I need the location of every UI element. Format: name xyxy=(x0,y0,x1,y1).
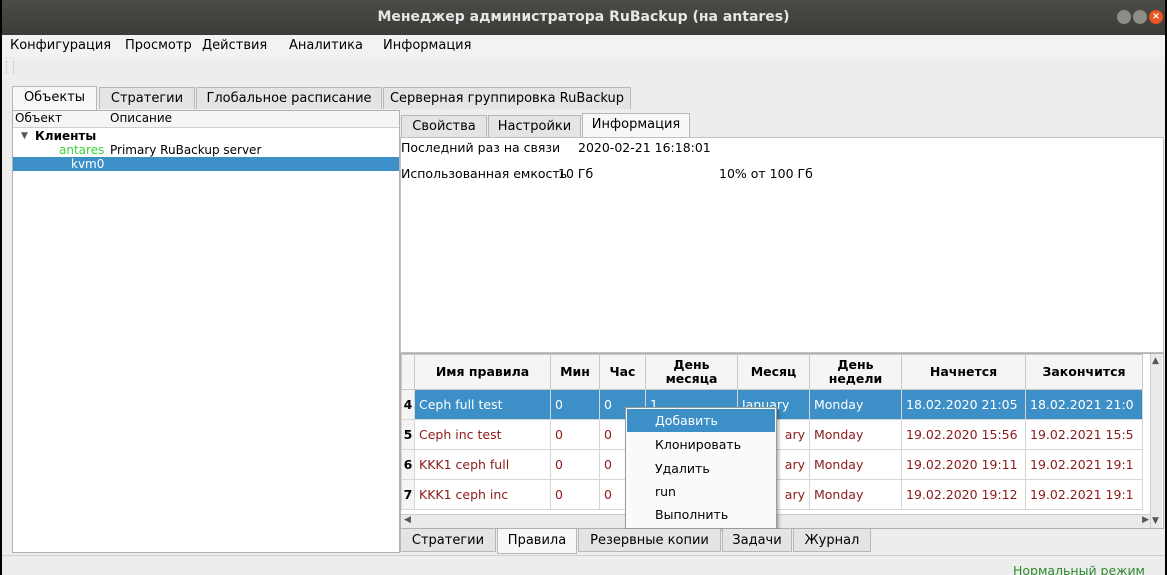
scroll-left-icon[interactable]: ◀ xyxy=(404,515,411,525)
col-hour[interactable]: Час xyxy=(599,354,646,390)
context-menu: Добавить Клонировать Удалить run Выполни… xyxy=(625,407,777,529)
cell-end[interactable]: 19.02.2021 19:1 xyxy=(1025,449,1143,480)
tab-bottom-strategies[interactable]: Стратегии xyxy=(400,529,496,552)
cell-min[interactable]: 0 xyxy=(550,479,600,510)
last-seen-label: Последний раз на связи xyxy=(401,140,561,155)
maximize-icon[interactable] xyxy=(1133,10,1147,24)
tree-item-name: kvm0 xyxy=(71,157,105,171)
menu-actions[interactable]: Действия xyxy=(202,38,267,53)
expand-arrow-icon[interactable]: ▼ xyxy=(21,129,28,143)
col-rule-name[interactable]: Имя правила xyxy=(414,354,551,390)
cell-start[interactable]: 19.02.2020 19:11 xyxy=(901,449,1026,480)
cell-weekday[interactable]: Monday xyxy=(809,389,902,420)
cell-end[interactable]: 18.02.2021 21:0 xyxy=(1025,389,1143,420)
menu-item-clone[interactable]: Клонировать xyxy=(627,433,775,456)
tab-bottom-backups[interactable]: Резервные копии xyxy=(578,529,721,552)
app-window: Менеджер администратора RuBackup (на ant… xyxy=(0,0,1167,575)
scroll-up-icon[interactable]: ▲ xyxy=(1152,356,1159,366)
tree-item-antares[interactable]: antares Primary RuBackup server xyxy=(13,143,399,157)
menu-item-delete[interactable]: Удалить xyxy=(627,457,775,480)
col-day-of-month[interactable]: День месяца xyxy=(645,354,738,390)
tab-server-group[interactable]: Серверная группировка RuBackup xyxy=(383,87,631,109)
scroll-down-icon[interactable]: ▼ xyxy=(1152,516,1159,526)
status-bar: Нормальный режим xyxy=(2,555,1165,575)
row-number: 6 xyxy=(401,449,415,480)
cell-start[interactable]: 18.02.2020 21:05 xyxy=(901,389,1026,420)
minimize-icon[interactable] xyxy=(1117,10,1131,24)
cell-min[interactable]: 0 xyxy=(550,449,600,480)
tree-col-object[interactable]: Объект xyxy=(15,111,62,125)
cell-min[interactable]: 0 xyxy=(550,419,600,450)
title-bar[interactable]: Менеджер администратора RuBackup (на ant… xyxy=(2,0,1165,35)
tree-col-description[interactable]: Описание xyxy=(110,111,172,125)
menu-item-execute[interactable]: Выполнить xyxy=(627,503,775,526)
cell-rule-name[interactable]: KKK1 ceph full xyxy=(414,449,551,480)
cell-rule-name[interactable]: KKK1 ceph inc xyxy=(414,479,551,510)
row-num-header xyxy=(401,354,415,390)
object-tree[interactable]: Объект Описание ▼ Клиенты antares Primar… xyxy=(12,110,400,553)
cell-start[interactable]: 19.02.2020 15:56 xyxy=(901,419,1026,450)
capacity-percent: 10% от 100 Гб xyxy=(719,166,813,181)
scroll-right-icon[interactable]: ▶ xyxy=(1142,515,1149,525)
cell-end[interactable]: 19.02.2021 19:1 xyxy=(1025,479,1143,510)
tab-settings[interactable]: Настройки xyxy=(488,115,581,137)
menu-item-add[interactable]: Добавить xyxy=(627,409,775,432)
menu-info[interactable]: Информация xyxy=(383,38,471,53)
tab-bottom-tasks[interactable]: Задачи xyxy=(722,529,792,552)
tab-bottom-rules[interactable]: Правила xyxy=(497,529,577,554)
last-seen-value: 2020-02-21 16:18:01 xyxy=(578,140,711,155)
capacity-label: Использованная емкость xyxy=(401,166,568,181)
cell-weekday[interactable]: Monday xyxy=(809,419,902,450)
tab-information[interactable]: Информация xyxy=(582,113,690,137)
cell-rule-name[interactable]: Ceph inc test xyxy=(414,419,551,450)
tab-properties[interactable]: Свойства xyxy=(401,115,487,137)
col-end[interactable]: Закончится xyxy=(1025,354,1143,390)
tree-item-name: antares xyxy=(59,143,105,157)
window-title: Менеджер администратора RuBackup (на ant… xyxy=(377,9,790,25)
row-number: 5 xyxy=(401,419,415,450)
menu-analytics[interactable]: Аналитика xyxy=(289,38,363,53)
tree-group-label: Клиенты xyxy=(35,129,97,143)
menu-configuration[interactable]: Конфигурация xyxy=(10,38,111,53)
capacity-value: 10 Гб xyxy=(558,166,594,181)
col-start[interactable]: Начнется xyxy=(901,354,1026,390)
tree-item-kvm0[interactable]: kvm0 xyxy=(13,157,399,171)
tree-header: Объект Описание xyxy=(13,111,399,128)
col-weekday[interactable]: День недели xyxy=(809,354,902,390)
cell-weekday[interactable]: Monday xyxy=(809,479,902,510)
menu-bar: Конфигурация Просмотр Действия Аналитика… xyxy=(2,35,1165,57)
vertical-scrollbar[interactable]: ▲ ▼ xyxy=(1150,354,1162,528)
status-text: Нормальный режим xyxy=(1012,563,1145,575)
cell-min[interactable]: 0 xyxy=(550,389,600,420)
tab-bottom-journal[interactable]: Журнал xyxy=(793,529,871,552)
cell-weekday[interactable]: Monday xyxy=(809,449,902,480)
tab-strategies[interactable]: Стратегии xyxy=(99,87,195,109)
col-month[interactable]: Месяц xyxy=(737,354,810,390)
grip-handle-icon xyxy=(6,61,14,73)
row-number: 7 xyxy=(401,479,415,510)
tree-item-description: Primary RuBackup server xyxy=(110,143,262,157)
close-icon[interactable]: × xyxy=(1149,10,1163,24)
toolbar-grip xyxy=(2,57,1165,77)
menu-view[interactable]: Просмотр xyxy=(125,38,192,53)
tab-global-schedule[interactable]: Глобальное расписание xyxy=(196,87,382,109)
info-panel: Последний раз на связи 2020-02-21 16:18:… xyxy=(400,137,1164,353)
tree-group-clients[interactable]: ▼ Клиенты xyxy=(13,129,399,143)
tab-objects[interactable]: Объекты xyxy=(12,86,97,110)
cell-end[interactable]: 19.02.2021 15:5 xyxy=(1025,419,1143,450)
menu-item-run[interactable]: run xyxy=(627,480,775,503)
rules-table-panel[interactable]: Имя правила Мин Час День месяца Месяц Де… xyxy=(400,353,1164,529)
row-number: 4 xyxy=(401,389,415,420)
col-min[interactable]: Мин xyxy=(550,354,600,390)
cell-rule-name[interactable]: Ceph full test xyxy=(414,389,551,420)
cell-start[interactable]: 19.02.2020 19:12 xyxy=(901,479,1026,510)
